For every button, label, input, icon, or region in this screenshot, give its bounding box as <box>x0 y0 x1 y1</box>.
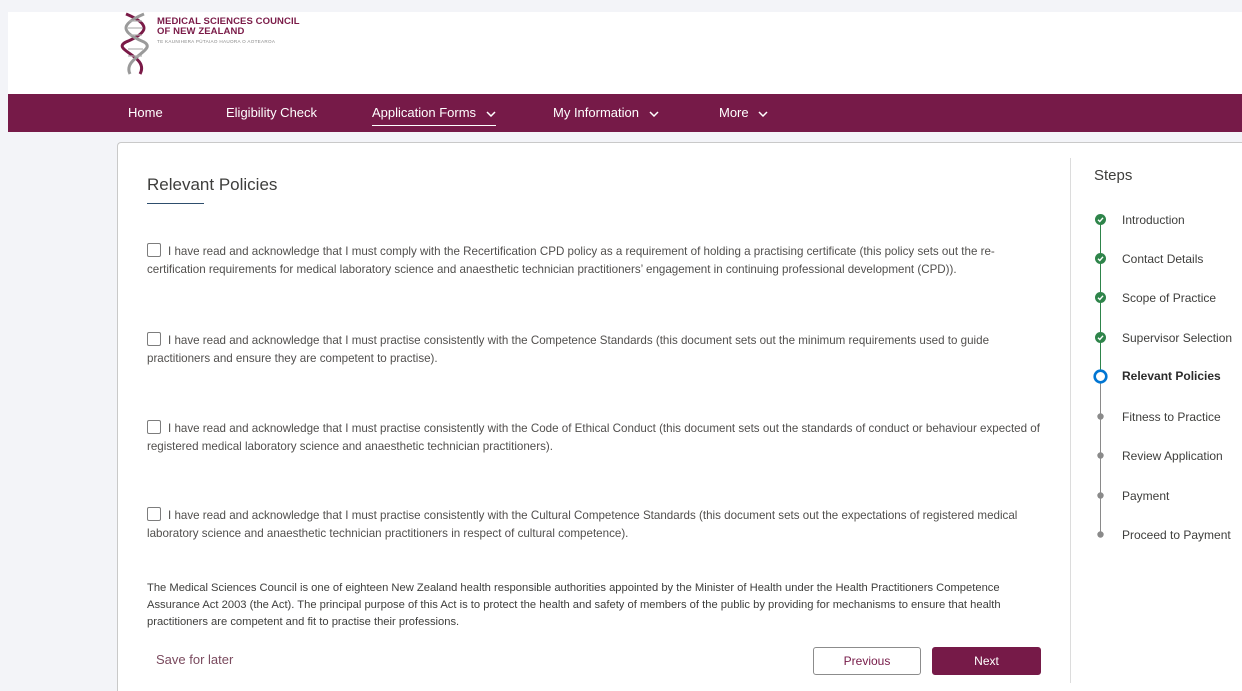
check-circle-icon <box>1095 332 1106 343</box>
next-button[interactable]: Next <box>932 647 1041 675</box>
step-contact-details[interactable]: Contact Details <box>1122 252 1203 266</box>
nav-application-forms-label: Application Forms <box>372 105 477 120</box>
nav-my-information-label: My Information <box>553 105 639 120</box>
pending-dot-icon <box>1097 413 1104 420</box>
title-underline <box>147 203 204 204</box>
step-review-application[interactable]: Review Application <box>1122 449 1223 463</box>
save-for-later-link[interactable]: Save for later <box>156 652 233 667</box>
step-scope-of-practice[interactable]: Scope of Practice <box>1122 291 1216 305</box>
nav-home-label: Home <box>128 105 163 120</box>
chevron-down-icon <box>758 111 768 117</box>
policy-checkbox[interactable] <box>147 420 161 434</box>
pending-dot-icon <box>1097 531 1104 538</box>
nav-home[interactable]: Home <box>128 94 163 132</box>
step-fitness-to-practice[interactable]: Fitness to Practice <box>1122 410 1221 424</box>
dna-helix-icon <box>120 12 149 75</box>
nav-my-information[interactable]: My Information <box>553 94 659 132</box>
check-circle-icon <box>1095 214 1106 225</box>
nav-eligibility-check-label: Eligibility Check <box>226 105 318 120</box>
steps-divider <box>1070 158 1071 683</box>
policy-text: I have read and acknowledge that I must … <box>147 422 1040 453</box>
step-supervisor-selection[interactable]: Supervisor Selection <box>1122 331 1232 345</box>
previous-button[interactable]: Previous <box>813 647 921 675</box>
msc-logo[interactable]: MEDICAL SCIENCES COUNCIL OF NEW ZEALAND … <box>120 12 300 76</box>
step-proceed-to-payment[interactable]: Proceed to Payment <box>1122 528 1231 542</box>
step-payment[interactable]: Payment <box>1122 489 1169 503</box>
policy-checkbox[interactable] <box>147 332 161 346</box>
council-info-text: The Medical Sciences Council is one of e… <box>147 582 1001 628</box>
chevron-down-icon <box>649 111 659 117</box>
nav-more-label: More <box>719 105 749 120</box>
policy-competence-standards: I have read and acknowledge that I must … <box>147 332 1052 368</box>
logo-line2: OF NEW ZEALAND <box>157 26 245 37</box>
policy-text: I have read and acknowledge that I must … <box>147 509 1018 540</box>
policy-checkbox[interactable] <box>147 243 161 257</box>
current-step-ring-icon <box>1093 369 1108 384</box>
policy-cultural-competence: I have read and acknowledge that I must … <box>147 507 1052 543</box>
policy-text: I have read and acknowledge that I must … <box>147 334 990 365</box>
pending-dot-icon <box>1097 452 1104 459</box>
steps-title: Steps <box>1094 167 1133 184</box>
policy-code-of-ethical-conduct: I have read and acknowledge that I must … <box>147 420 1052 456</box>
policy-recertification-cpd: I have read and acknowledge that I must … <box>147 243 1052 279</box>
step-relevant-policies[interactable]: Relevant Policies <box>1122 369 1221 383</box>
policy-checkbox[interactable] <box>147 507 161 521</box>
chevron-down-icon <box>486 111 496 117</box>
check-circle-icon <box>1095 253 1106 264</box>
nav-more[interactable]: More <box>719 94 768 132</box>
pending-dot-icon <box>1097 492 1104 499</box>
nav-application-forms[interactable]: Application Forms <box>372 94 496 132</box>
nav-eligibility-check[interactable]: Eligibility Check <box>226 94 317 132</box>
page-title: Relevant Policies <box>147 175 278 194</box>
check-circle-icon <box>1095 292 1106 303</box>
step-introduction[interactable]: Introduction <box>1122 213 1185 227</box>
policy-text: I have read and acknowledge that I must … <box>147 245 995 276</box>
main-nav: Home Eligibility Check Application Forms… <box>8 94 1242 132</box>
logo-line3: TE KAUNIHERA PŪTAIAO HAUORA O AOTEAROA <box>157 39 276 44</box>
